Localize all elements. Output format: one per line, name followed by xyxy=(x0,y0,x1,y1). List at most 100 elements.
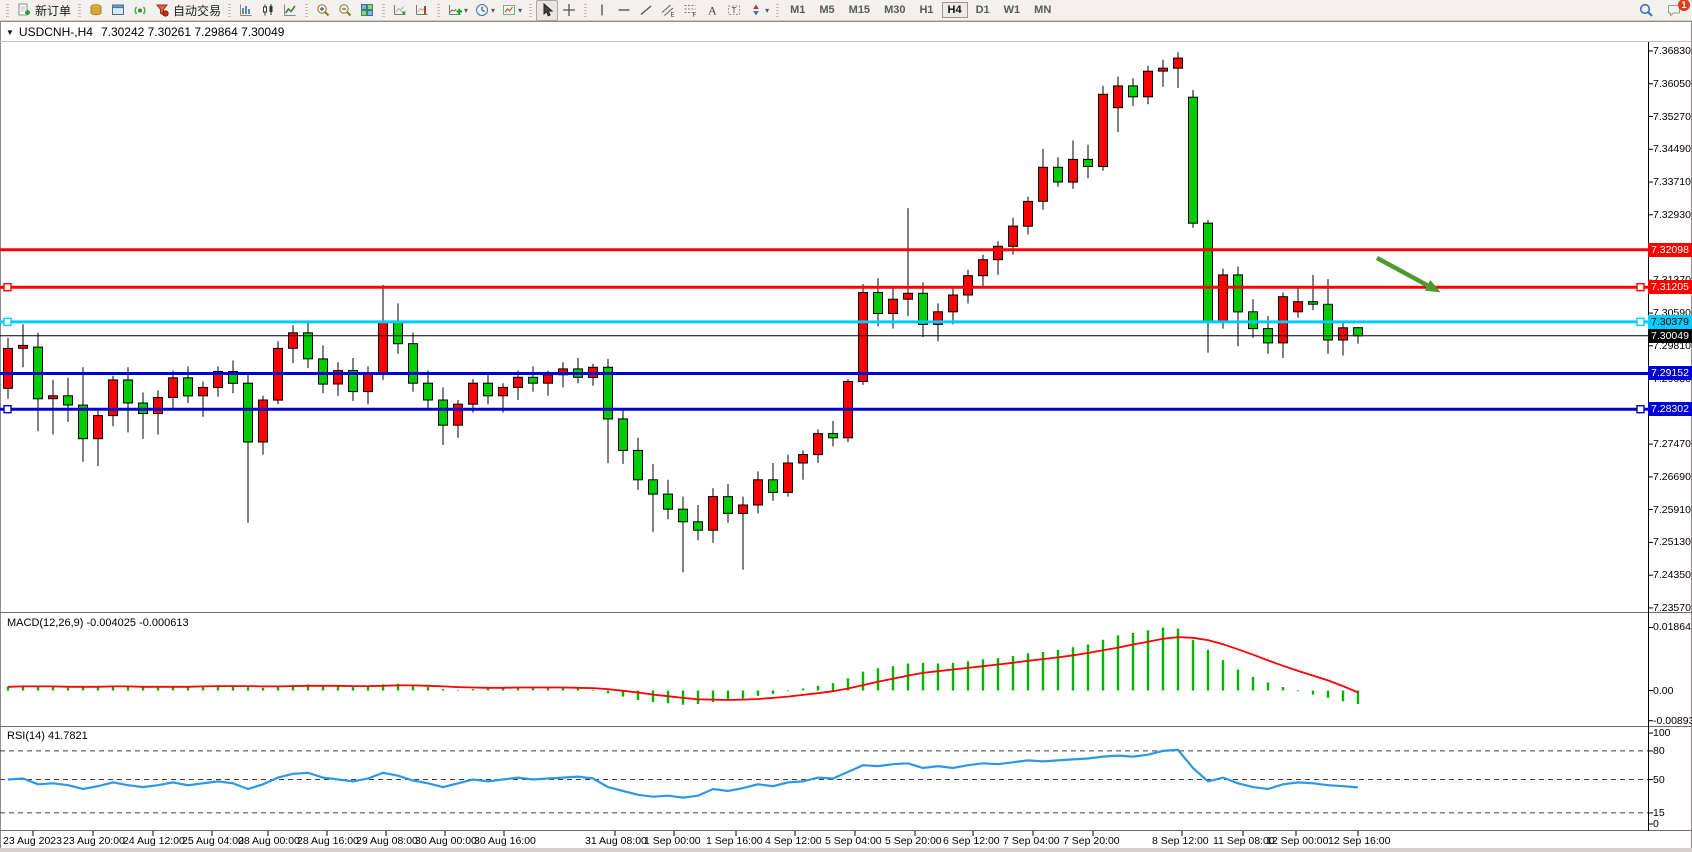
trendline-button[interactable] xyxy=(635,0,657,21)
timeframe-m15-button[interactable]: M15 xyxy=(843,2,876,18)
price-chart-canvas[interactable] xyxy=(0,0,1692,852)
text-tool-button[interactable]: A xyxy=(701,0,723,21)
timeframe-h1-button[interactable]: H1 xyxy=(913,2,939,18)
price-tag: 7.30379 xyxy=(1648,315,1692,329)
candle xyxy=(634,450,643,479)
time-axis-label: 30 Aug 16:00 xyxy=(474,835,536,847)
timeframe-m1-button[interactable]: M1 xyxy=(784,2,811,18)
line-handle[interactable] xyxy=(1637,406,1644,413)
timeframe-m5-button[interactable]: M5 xyxy=(813,2,840,18)
line-handle[interactable] xyxy=(4,284,11,291)
auto-trading-button[interactable]: 自动交易 xyxy=(151,0,224,21)
fibonacci-retracement-icon: F xyxy=(682,2,698,18)
periods-button[interactable]: ▾ xyxy=(471,0,498,21)
time-axis-label: 25 Aug 04:00 xyxy=(182,835,244,847)
fibonacci-retracement-button[interactable]: F xyxy=(679,0,701,21)
candle xyxy=(1099,94,1108,166)
candlestick-chart-button[interactable] xyxy=(257,0,279,21)
arrow-objects-icon xyxy=(748,2,764,18)
tile-windows-icon xyxy=(359,2,375,18)
candle xyxy=(889,299,898,313)
toolbar-grip[interactable] xyxy=(382,4,385,17)
tile-windows-button[interactable] xyxy=(356,0,378,21)
chevron-down-icon[interactable]: ▾ xyxy=(491,6,495,15)
timeframe-m30-button[interactable]: M30 xyxy=(878,2,911,18)
bar-chart-button[interactable] xyxy=(235,0,257,21)
candle xyxy=(1009,226,1018,246)
candle xyxy=(679,509,688,522)
line-handle[interactable] xyxy=(4,318,11,325)
zoom-out-button[interactable] xyxy=(334,0,356,21)
equidistant-channel-icon: E xyxy=(660,2,676,18)
toolbar-grip[interactable] xyxy=(78,4,81,17)
time-axis-label: 4 Sep 12:00 xyxy=(765,835,822,847)
templates-icon xyxy=(501,2,517,18)
vertical-line-button[interactable] xyxy=(591,0,613,21)
time-axis-label: 1 Sep 16:00 xyxy=(706,835,763,847)
chevron-down-icon[interactable]: ▾ xyxy=(765,6,769,15)
new-order-button[interactable]: 新订单 xyxy=(13,0,74,21)
macd-axis-label: 0.00 xyxy=(1653,685,1692,697)
svg-text:T: T xyxy=(732,6,737,15)
text-label-tool-button[interactable]: T xyxy=(723,0,745,21)
notifications-button[interactable]: 1 xyxy=(1666,2,1684,20)
candle xyxy=(904,293,913,299)
auto-scroll-icon xyxy=(392,2,408,18)
candle xyxy=(1039,167,1048,201)
toolbar-grip[interactable] xyxy=(228,4,231,17)
toolbar-grip[interactable] xyxy=(305,4,308,17)
candle xyxy=(1189,97,1198,223)
arrow-objects-button[interactable]: ▾ xyxy=(745,0,772,21)
zoom-in-button[interactable] xyxy=(312,0,334,21)
price-tag: 7.28302 xyxy=(1648,402,1692,416)
line-handle[interactable] xyxy=(1637,318,1644,325)
equidistant-channel-button[interactable]: E xyxy=(657,0,679,21)
candle xyxy=(1234,275,1243,312)
svg-text:F: F xyxy=(693,13,697,18)
timeframe-w1-button[interactable]: W1 xyxy=(998,2,1027,18)
new-order-label: 新订单 xyxy=(35,2,71,19)
timeframe-mn-button[interactable]: MN xyxy=(1028,2,1057,18)
collapse-chart-icon[interactable]: ▼ xyxy=(6,28,14,37)
data-window-button[interactable] xyxy=(107,0,129,21)
candle xyxy=(814,434,823,455)
toolbar-grip[interactable] xyxy=(6,4,9,17)
candle xyxy=(754,480,763,505)
horizontal-line-button[interactable] xyxy=(613,0,635,21)
toolbar-grip[interactable] xyxy=(776,4,779,17)
indicators-list-icon xyxy=(447,2,463,18)
candle xyxy=(1339,328,1348,340)
templates-button[interactable]: ▾ xyxy=(498,0,525,21)
timeframe-h4-button[interactable]: H4 xyxy=(942,2,968,18)
line-chart-button[interactable] xyxy=(279,0,301,21)
macd-histogram xyxy=(8,628,1358,705)
candle xyxy=(1159,68,1168,71)
price-axis-label: 7.33710 xyxy=(1653,176,1692,188)
search-button[interactable] xyxy=(1638,2,1656,20)
market-watch-button[interactable] xyxy=(85,0,107,21)
new-order-icon xyxy=(16,2,32,18)
signals-button[interactable] xyxy=(129,0,151,21)
auto-scroll-button[interactable] xyxy=(389,0,411,21)
indicators-list-button[interactable]: ▾ xyxy=(444,0,471,21)
line-handle[interactable] xyxy=(4,406,11,413)
candle xyxy=(979,260,988,276)
line-handle[interactable] xyxy=(1637,284,1644,291)
text-label-tool-icon: T xyxy=(726,2,742,18)
toolbar-grip[interactable] xyxy=(584,4,587,17)
timeframe-d1-button[interactable]: D1 xyxy=(970,2,996,18)
chart-shift-button[interactable] xyxy=(411,0,433,21)
chevron-down-icon[interactable]: ▾ xyxy=(464,6,468,15)
text-tool-icon: A xyxy=(704,2,720,18)
crosshair-button[interactable] xyxy=(558,0,580,21)
toolbar-grip[interactable] xyxy=(437,4,440,17)
candle xyxy=(364,373,373,392)
cursor-button[interactable] xyxy=(536,0,558,21)
time-axis-label: 5 Sep 04:00 xyxy=(825,835,882,847)
toolbar-grip[interactable] xyxy=(529,4,532,17)
chevron-down-icon[interactable]: ▾ xyxy=(518,6,522,15)
candle xyxy=(1069,159,1078,182)
chart-ohlc: 7.30242 7.30261 7.29864 7.30049 xyxy=(101,25,285,39)
candle xyxy=(64,396,73,405)
mt4-terminal: 新订单自动交易▾▾▾EFAT▾M1M5M15M30H1H4D1W1MN1 ▼ U… xyxy=(0,0,1692,852)
